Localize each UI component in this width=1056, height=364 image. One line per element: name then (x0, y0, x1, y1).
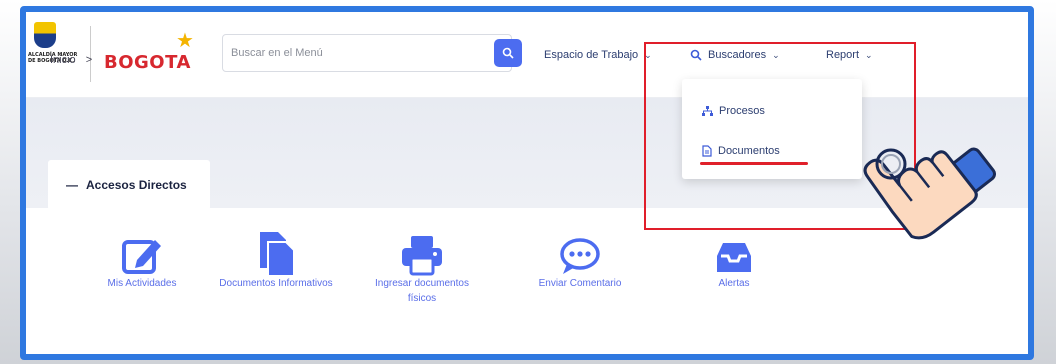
shortcut-label: Documentos Informativos (219, 278, 333, 289)
shortcut-ingresar-documentos[interactable]: Ingresar documentos físicos (362, 222, 482, 306)
coat-of-arms-icon (34, 22, 56, 48)
nav-workspace[interactable]: Espacio de Trabajo ⌄ (544, 49, 652, 61)
search-button[interactable] (494, 39, 522, 67)
shortcut-label: Ingresar documentos físicos (375, 278, 469, 304)
search-icon (502, 47, 514, 59)
nav-workspace-label: Espacio de Trabajo (544, 49, 639, 61)
breadcrumb-separator: > (85, 54, 93, 66)
shortcut-mis-actividades[interactable]: Mis Actividades (82, 222, 202, 291)
shortcut-documentos-informativos[interactable]: Documentos Informativos (216, 222, 336, 291)
star-icon: ★ (176, 30, 194, 52)
bogota-logo[interactable]: BOGOTA (104, 52, 191, 73)
search-input[interactable] (231, 43, 481, 63)
breadcrumb-home[interactable]: Inicio (50, 54, 76, 66)
inbox-icon (717, 243, 751, 272)
menu-search (222, 34, 512, 72)
shortcut-enviar-comentario[interactable]: Enviar Comentario (520, 222, 640, 291)
app-window: ALCALDÍA MAYOR DE BOGOTÁ D.C. BOGOTA ★ E… (20, 6, 1034, 360)
shortcut-label: Enviar Comentario (538, 278, 622, 289)
breadcrumb: Inicio > (50, 54, 92, 66)
edit-icon (122, 240, 161, 274)
collapse-icon: — (66, 178, 78, 192)
file-stack-icon (260, 232, 295, 276)
shortcut-label: Mis Actividades (107, 278, 177, 289)
shortcut-label: Alertas (718, 278, 750, 289)
chat-icon (560, 238, 600, 274)
section-title: Accesos Directos (86, 178, 187, 192)
accesos-directos-header[interactable]: — Accesos Directos (48, 160, 210, 210)
printer-icon (402, 236, 442, 276)
pointing-hand-icon (863, 147, 996, 240)
shortcut-alertas[interactable]: Alertas (674, 222, 794, 291)
